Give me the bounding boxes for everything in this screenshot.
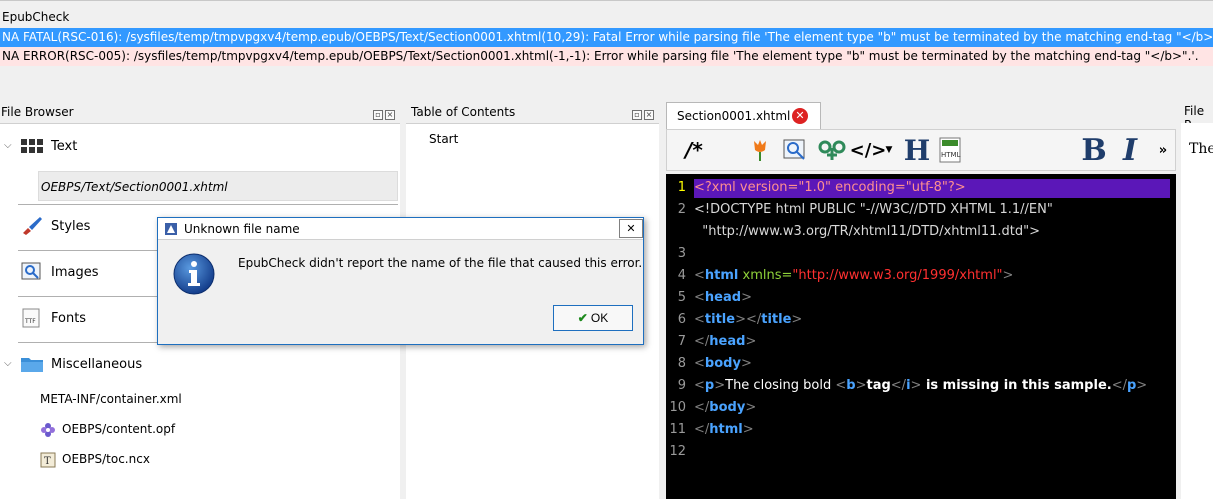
dialog-title: Unknown file name [184, 222, 300, 236]
epubcheck-row-fatal[interactable]: NA FATAL(RSC-016): /sysfiles/temp/tmpvpg… [0, 28, 1213, 47]
italic-icon[interactable]: I [1119, 133, 1141, 168]
file-browser-dock-buttons: ▫ × [373, 106, 397, 120]
bold-icon[interactable]: B [1080, 133, 1108, 168]
unknown-file-dialog: Unknown file name ✕ EpubCheck didn't rep… [157, 217, 644, 345]
line-number: 11 [669, 422, 686, 437]
epubcheck-panel: EpubCheck NA FATAL(RSC-016): /sysfiles/t… [0, 0, 1213, 97]
fb-group-label: Fonts [51, 311, 87, 326]
code-line-4: <html xmlns="http://www.w3.org/1999/xhtm… [694, 268, 1014, 283]
svg-text:HTML: HTML [941, 151, 961, 159]
code-editor[interactable]: 1 2 3 4 5 6 7 8 9 10 11 12 <?xml version… [666, 174, 1176, 499]
code-token: <?xml version="1.0" encoding="utf-8"?> [694, 180, 966, 195]
tulip-icon[interactable] [749, 136, 771, 164]
code-line-6: <title></title> [694, 312, 803, 327]
text-grid-icon [21, 139, 43, 153]
toc-item[interactable]: Start [429, 132, 458, 146]
app-icon [165, 223, 177, 235]
svg-text:TTF: TTF [24, 318, 36, 325]
float-icon[interactable]: ▫ [632, 110, 642, 120]
close-icon[interactable]: × [644, 110, 654, 120]
ok-button[interactable]: ✔ OK [553, 305, 633, 331]
fb-file-container-xml[interactable]: META-INF/container.xml [40, 384, 400, 414]
chevron-down-icon[interactable]: ▼ [884, 136, 894, 164]
line-number: 8 [677, 356, 686, 371]
fb-group-label: Images [51, 265, 99, 280]
editor-toolbar: /* </> ▼ H HTML B I » [666, 129, 1176, 171]
heading-icon[interactable]: H [903, 134, 931, 167]
toc-dock-buttons: ▫ × [632, 106, 656, 120]
ttf-font-icon: TTF [22, 308, 40, 328]
line-number: 4 [677, 268, 686, 283]
code-token: <!DOCTYPE html PUBLIC "-//W3C//DTD XHTML… [694, 202, 1053, 217]
code-line-1: <?xml version="1.0" encoding="utf-8"?> [694, 180, 966, 195]
tab-section0001[interactable]: Section0001.xhtml ✕ [666, 102, 821, 129]
code-line-10: </body> [694, 400, 757, 415]
code-line-2: <!DOCTYPE html PUBLIC "-//W3C//DTD XHTML… [694, 202, 1053, 217]
splitter[interactable] [659, 100, 664, 499]
ok-label: OK [590, 311, 609, 325]
toc-title: Table of Contents [411, 105, 516, 119]
line-number: 6 [677, 312, 686, 327]
fb-file-content-opf[interactable]: OEBPS/content.opf [40, 414, 400, 444]
line-number: 9 [677, 378, 686, 393]
insert-link-icon[interactable] [818, 136, 846, 164]
code-line-7: </head> [694, 334, 757, 349]
close-tab-icon[interactable]: ✕ [792, 108, 808, 124]
image-icon [21, 262, 41, 280]
file-browser-title: File Browser [1, 105, 74, 119]
fb-group-label: Text [51, 139, 78, 154]
close-button[interactable]: ✕ [619, 219, 643, 238]
code-line-2-cont: "http://www.w3.org/TR/xhtml11/DTD/xhtml1… [694, 224, 1040, 239]
dialog-message: EpubCheck didn't report the name of the … [238, 256, 643, 270]
line-number: 7 [677, 334, 686, 349]
fb-group-misc[interactable]: ⌵ Miscellaneous [0, 342, 400, 388]
code-line-9: <p>The closing bold <b>tag</i> is missin… [694, 378, 1148, 393]
line-number: 10 [669, 400, 686, 415]
fb-group-label: Styles [51, 219, 91, 234]
checkmark-icon: ✔ [577, 311, 588, 325]
preview-panel [1181, 123, 1213, 499]
comment-icon[interactable]: /* [683, 136, 705, 164]
svg-text:T: T [44, 456, 51, 467]
chevron-down-icon[interactable]: ⌵ [4, 358, 12, 369]
insert-image-icon[interactable] [782, 136, 808, 164]
overflow-chevron-icon[interactable]: » [1157, 136, 1169, 164]
fb-group-text[interactable]: ⌵ Text [0, 124, 400, 170]
code-line-5: <head> [694, 290, 752, 305]
fb-group-label: Miscellaneous [51, 357, 143, 372]
epubcheck-row-error[interactable]: NA ERROR(RSC-005): /sysfiles/temp/tmpvpg… [0, 47, 1213, 66]
fb-file-section0001[interactable]: OEBPS/Text/Section0001.xhtml [38, 171, 398, 201]
paintbrush-icon [23, 217, 42, 235]
line-number: 2 [677, 202, 686, 217]
html-file-icon[interactable]: HTML [937, 136, 963, 164]
code-line-8: <body> [694, 356, 752, 371]
tab-label: Section0001.xhtml [677, 109, 791, 123]
preview-text: The [1189, 141, 1213, 157]
code-tags-icon[interactable]: </> [850, 136, 887, 164]
line-number: 1 [677, 180, 686, 195]
code-token: "http://www.w3.org/TR/xhtml11/DTD/xhtml1… [694, 224, 1041, 239]
line-number: 3 [677, 246, 686, 261]
line-number: 12 [669, 444, 686, 459]
epubcheck-title: EpubCheck [2, 10, 70, 24]
code-line-11: </html> [694, 422, 754, 437]
dialog-titlebar[interactable]: Unknown file name ✕ [158, 218, 643, 240]
flower-icon [41, 422, 55, 437]
fb-file-toc-ncx[interactable]: T OEBPS/toc.ncx [40, 444, 400, 474]
chevron-down-icon[interactable]: ⌵ [4, 140, 12, 151]
float-icon[interactable]: ▫ [373, 110, 383, 120]
info-icon [173, 253, 215, 295]
folder-icon [21, 358, 43, 372]
toc-file-icon: T [40, 452, 56, 467]
line-number: 5 [677, 290, 686, 305]
close-icon[interactable]: × [385, 110, 395, 120]
